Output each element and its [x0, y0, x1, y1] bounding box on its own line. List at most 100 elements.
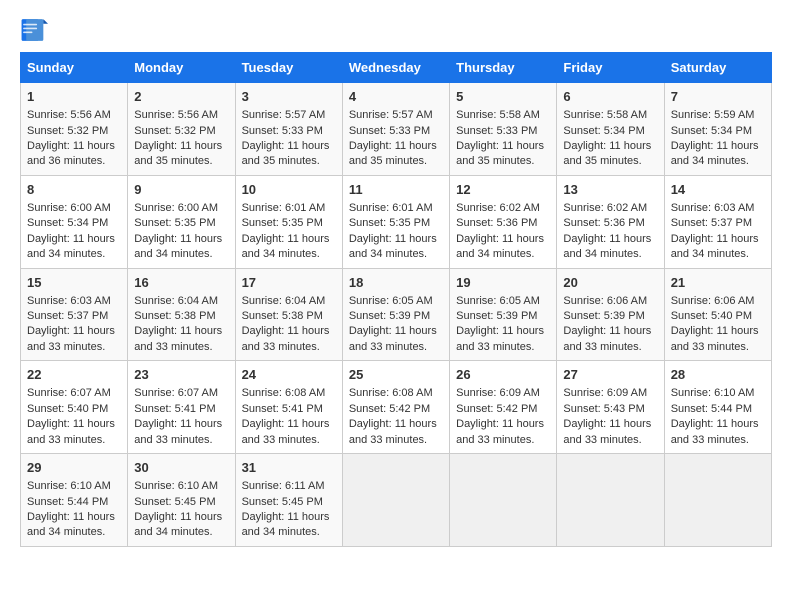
- sunset-text: Sunset: 5:41 PM: [242, 403, 323, 415]
- day-number: 16: [134, 274, 228, 292]
- sunset-text: Sunset: 5:42 PM: [456, 403, 537, 415]
- calendar-table: SundayMondayTuesdayWednesdayThursdayFrid…: [20, 52, 772, 547]
- sunset-text: Sunset: 5:41 PM: [134, 403, 215, 415]
- calendar-cell: 11Sunrise: 6:01 AMSunset: 5:35 PMDayligh…: [342, 175, 449, 268]
- sunrise-text: Sunrise: 6:09 AM: [456, 387, 540, 399]
- sunrise-text: Sunrise: 6:05 AM: [456, 295, 540, 307]
- sunset-text: Sunset: 5:45 PM: [242, 496, 323, 508]
- sunrise-text: Sunrise: 5:57 AM: [242, 109, 326, 121]
- sunset-text: Sunset: 5:45 PM: [134, 496, 215, 508]
- day-number: 5: [456, 88, 550, 106]
- sunset-text: Sunset: 5:36 PM: [563, 217, 644, 229]
- day-number: 13: [563, 181, 657, 199]
- sunset-text: Sunset: 5:38 PM: [134, 310, 215, 322]
- sunrise-text: Sunrise: 6:05 AM: [349, 295, 433, 307]
- calendar-cell: 17Sunrise: 6:04 AMSunset: 5:38 PMDayligh…: [235, 268, 342, 361]
- sunset-text: Sunset: 5:36 PM: [456, 217, 537, 229]
- sunset-text: Sunset: 5:40 PM: [27, 403, 108, 415]
- daylight-text: Daylight: 11 hours and 36 minutes.: [27, 140, 115, 167]
- day-number: 8: [27, 181, 121, 199]
- column-header-sunday: Sunday: [21, 53, 128, 83]
- day-number: 26: [456, 366, 550, 384]
- daylight-text: Daylight: 11 hours and 33 minutes.: [134, 325, 222, 352]
- calendar-cell: 28Sunrise: 6:10 AMSunset: 5:44 PMDayligh…: [664, 361, 771, 454]
- sunset-text: Sunset: 5:34 PM: [563, 125, 644, 137]
- sunset-text: Sunset: 5:33 PM: [456, 125, 537, 137]
- daylight-text: Daylight: 11 hours and 34 minutes.: [349, 233, 437, 260]
- logo: [20, 16, 52, 44]
- sunset-text: Sunset: 5:35 PM: [349, 217, 430, 229]
- sunrise-text: Sunrise: 6:03 AM: [27, 295, 111, 307]
- sunset-text: Sunset: 5:44 PM: [671, 403, 752, 415]
- sunrise-text: Sunrise: 6:04 AM: [134, 295, 218, 307]
- daylight-text: Daylight: 11 hours and 35 minutes.: [349, 140, 437, 167]
- sunset-text: Sunset: 5:39 PM: [349, 310, 430, 322]
- calendar-cell: 15Sunrise: 6:03 AMSunset: 5:37 PMDayligh…: [21, 268, 128, 361]
- sunset-text: Sunset: 5:39 PM: [456, 310, 537, 322]
- daylight-text: Daylight: 11 hours and 34 minutes.: [27, 233, 115, 260]
- day-number: 19: [456, 274, 550, 292]
- daylight-text: Daylight: 11 hours and 34 minutes.: [563, 233, 651, 260]
- sunrise-text: Sunrise: 6:08 AM: [242, 387, 326, 399]
- calendar-body: 1Sunrise: 5:56 AMSunset: 5:32 PMDaylight…: [21, 83, 772, 547]
- column-header-tuesday: Tuesday: [235, 53, 342, 83]
- calendar-cell: 13 Sunrise: 6:02 AM Sunset: 5:36 PM Dayligh…: [557, 175, 664, 268]
- sunset-text: Sunset: 5:34 PM: [671, 125, 752, 137]
- sunset-text: Sunset: 5:42 PM: [349, 403, 430, 415]
- calendar-cell: 6Sunrise: 5:58 AMSunset: 5:34 PMDaylight…: [557, 83, 664, 176]
- daylight-text: Daylight: 11 hours and 34 minutes.: [242, 511, 330, 538]
- sunset-text: Sunset: 5:32 PM: [27, 125, 108, 137]
- day-number: 31: [242, 459, 336, 477]
- calendar-cell: 29Sunrise: 6:10 AMSunset: 5:44 PMDayligh…: [21, 454, 128, 547]
- calendar-cell: 25Sunrise: 6:08 AMSunset: 5:42 PMDayligh…: [342, 361, 449, 454]
- calendar-cell: 22Sunrise: 6:07 AMSunset: 5:40 PMDayligh…: [21, 361, 128, 454]
- sunset-text: Sunset: 5:37 PM: [671, 217, 752, 229]
- calendar-cell: 19 Sunrise: 6:05 AM Sunset: 5:39 PM Dayligh…: [450, 268, 557, 361]
- calendar-cell: 14Sunrise: 6:03 AMSunset: 5:37 PMDayligh…: [664, 175, 771, 268]
- sunrise-text: Sunrise: 6:10 AM: [134, 480, 218, 492]
- sunrise-text: Sunrise: 6:02 AM: [563, 202, 647, 214]
- calendar-cell: 30Sunrise: 6:10 AMSunset: 5:45 PMDayligh…: [128, 454, 235, 547]
- week-row-2: 8Sunrise: 6:00 AMSunset: 5:34 PMDaylight…: [21, 175, 772, 268]
- daylight-text: Daylight: 11 hours and 33 minutes.: [349, 325, 437, 352]
- day-number: 21: [671, 274, 765, 292]
- day-number: 23: [134, 366, 228, 384]
- sunrise-text: Sunrise: 5:59 AM: [671, 109, 755, 121]
- daylight-text: Daylight: 11 hours and 34 minutes.: [456, 233, 544, 260]
- calendar-cell: 26Sunrise: 6:09 AMSunset: 5:42 PMDayligh…: [450, 361, 557, 454]
- daylight-text: Daylight: 11 hours and 34 minutes.: [671, 140, 759, 167]
- daylight-text: Daylight: 11 hours and 34 minutes.: [27, 511, 115, 538]
- daylight-text: Daylight: 11 hours and 35 minutes.: [456, 140, 544, 167]
- header: [20, 16, 772, 44]
- day-number: 30: [134, 459, 228, 477]
- sunrise-text: Sunrise: 5:57 AM: [349, 109, 433, 121]
- daylight-text: Daylight: 11 hours and 33 minutes.: [242, 325, 330, 352]
- sunset-text: Sunset: 5:35 PM: [134, 217, 215, 229]
- calendar-cell: 4Sunrise: 5:57 AMSunset: 5:33 PMDaylight…: [342, 83, 449, 176]
- week-row-1: 1Sunrise: 5:56 AMSunset: 5:32 PMDaylight…: [21, 83, 772, 176]
- calendar-cell: 20Sunrise: 6:06 AMSunset: 5:39 PMDayligh…: [557, 268, 664, 361]
- calendar-cell: 9Sunrise: 6:00 AMSunset: 5:35 PMDaylight…: [128, 175, 235, 268]
- sunset-text: Sunset: 5:35 PM: [242, 217, 323, 229]
- sunrise-text: Sunrise: 6:07 AM: [27, 387, 111, 399]
- sunset-text: Sunset: 5:44 PM: [27, 496, 108, 508]
- sunrise-text: Sunrise: 6:10 AM: [27, 480, 111, 492]
- day-number: 20: [563, 274, 657, 292]
- daylight-text: Daylight: 11 hours and 34 minutes.: [242, 233, 330, 260]
- sunrise-text: Sunrise: 6:11 AM: [242, 480, 325, 492]
- sunrise-text: Sunrise: 6:04 AM: [242, 295, 326, 307]
- daylight-text: Daylight: 11 hours and 33 minutes.: [456, 325, 544, 352]
- calendar-cell: 1Sunrise: 5:56 AMSunset: 5:32 PMDaylight…: [21, 83, 128, 176]
- calendar-cell: [450, 454, 557, 547]
- logo-icon: [20, 16, 48, 44]
- sunset-text: Sunset: 5:38 PM: [242, 310, 323, 322]
- sunrise-text: Sunrise: 6:00 AM: [134, 202, 218, 214]
- daylight-text: Daylight: 11 hours and 33 minutes.: [27, 418, 115, 445]
- day-number: 11: [349, 181, 443, 199]
- sunset-text: Sunset: 5:43 PM: [563, 403, 644, 415]
- daylight-text: Daylight: 11 hours and 33 minutes.: [134, 418, 222, 445]
- sunset-text: Sunset: 5:33 PM: [242, 125, 323, 137]
- sunrise-text: Sunrise: 5:58 AM: [563, 109, 647, 121]
- week-row-4: 22Sunrise: 6:07 AMSunset: 5:40 PMDayligh…: [21, 361, 772, 454]
- calendar-cell: 24Sunrise: 6:08 AMSunset: 5:41 PMDayligh…: [235, 361, 342, 454]
